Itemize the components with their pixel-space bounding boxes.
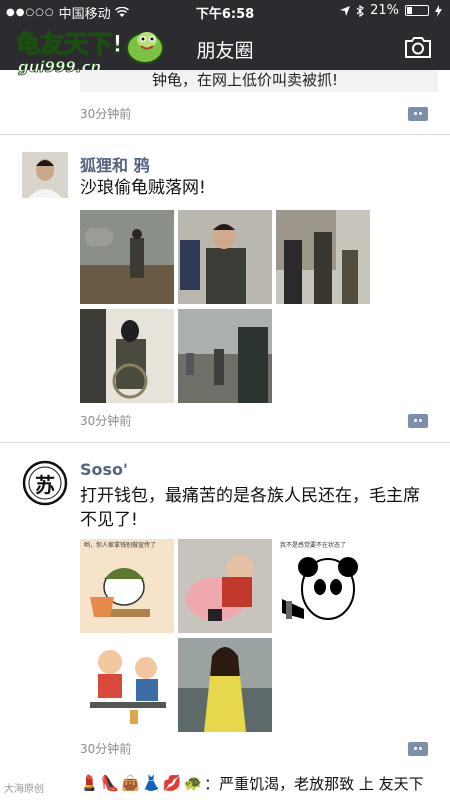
comment-preview-text: ：严重饥渴，老放那致 上 友天下: [204, 774, 424, 793]
post-image[interactable]: [276, 210, 370, 304]
status-bar: ●●○○○ 中国移动 下午6:58 21%: [0, 0, 450, 22]
watermark-brand: 龟友天下!: [15, 29, 123, 58]
comment-icon[interactable]: [408, 742, 428, 756]
charging-icon: [435, 4, 442, 17]
avatar[interactable]: 苏: [22, 460, 68, 506]
post-author[interactable]: 狐狸和 鸦: [80, 152, 150, 176]
post-image[interactable]: [80, 309, 174, 403]
footer-watermark: 大海原创: [4, 784, 44, 795]
post-image[interactable]: [80, 638, 174, 732]
post-text: 沙琅偷龟贼落网!: [80, 178, 206, 198]
kiss-emoji-icon: 💋: [162, 774, 182, 792]
post-image[interactable]: [178, 638, 272, 732]
post-image[interactable]: [178, 210, 272, 304]
turtle-emoji-icon: 🐢: [183, 774, 203, 792]
post-author[interactable]: Soso': [80, 460, 128, 479]
meme-caption: 哟，你人家拿钱别做宣传了: [84, 542, 157, 549]
comment-icon[interactable]: [408, 107, 428, 121]
lipstick-emoji-icon: 💄: [80, 774, 99, 792]
battery-percent: 21%: [370, 3, 399, 18]
battery-icon: [405, 5, 429, 16]
post-image[interactable]: [178, 309, 272, 403]
avatar[interactable]: [22, 152, 68, 198]
avatar-char: 苏: [35, 473, 55, 497]
handbag-emoji-icon: 👜: [121, 774, 141, 792]
post-time: 30分钟前: [80, 414, 132, 428]
post-image[interactable]: [178, 539, 272, 633]
post-item: 狐狸和 鸦 沙琅偷龟贼落网! 30分钟前: [0, 134, 450, 440]
post-partial: 钟龟，在网上低价叫卖被抓! 30分钟前: [0, 70, 450, 132]
meme-caption: 我不是感觉要不在状态了: [280, 542, 347, 549]
bluetooth-icon: [356, 4, 365, 17]
avatar-photo: [22, 152, 68, 198]
post-image[interactable]: 我不是感觉要不在状态了: [276, 539, 370, 633]
turtle-mascot-icon: [126, 32, 164, 64]
post-image[interactable]: [80, 210, 174, 304]
post-text: 打开钱包，最痛苦的是各族人民还在，毛主席不见了!: [80, 486, 420, 530]
post-time: 30分钟前: [80, 107, 132, 121]
comment-preview: 💄 👠 👜 👗 💋 🐢 ：严重饥渴，老放那致 上 友天下: [80, 766, 450, 800]
dress-emoji-icon: 👗: [142, 774, 161, 792]
camera-icon[interactable]: [404, 35, 432, 59]
post-item: 苏 Soso' 打开钱包，最痛苦的是各族人民还在，毛主席不见了! 哟，你人家拿钱…: [0, 442, 450, 762]
comment-icon[interactable]: [408, 414, 428, 428]
post-text: 钟龟，在网上低价叫卖被抓!: [80, 70, 438, 92]
post-time: 30分钟前: [80, 742, 132, 756]
post-image[interactable]: 哟，你人家拿钱别做宣传了: [80, 539, 174, 633]
location-icon: [340, 5, 351, 16]
high-heel-emoji-icon: 👠: [100, 774, 120, 792]
